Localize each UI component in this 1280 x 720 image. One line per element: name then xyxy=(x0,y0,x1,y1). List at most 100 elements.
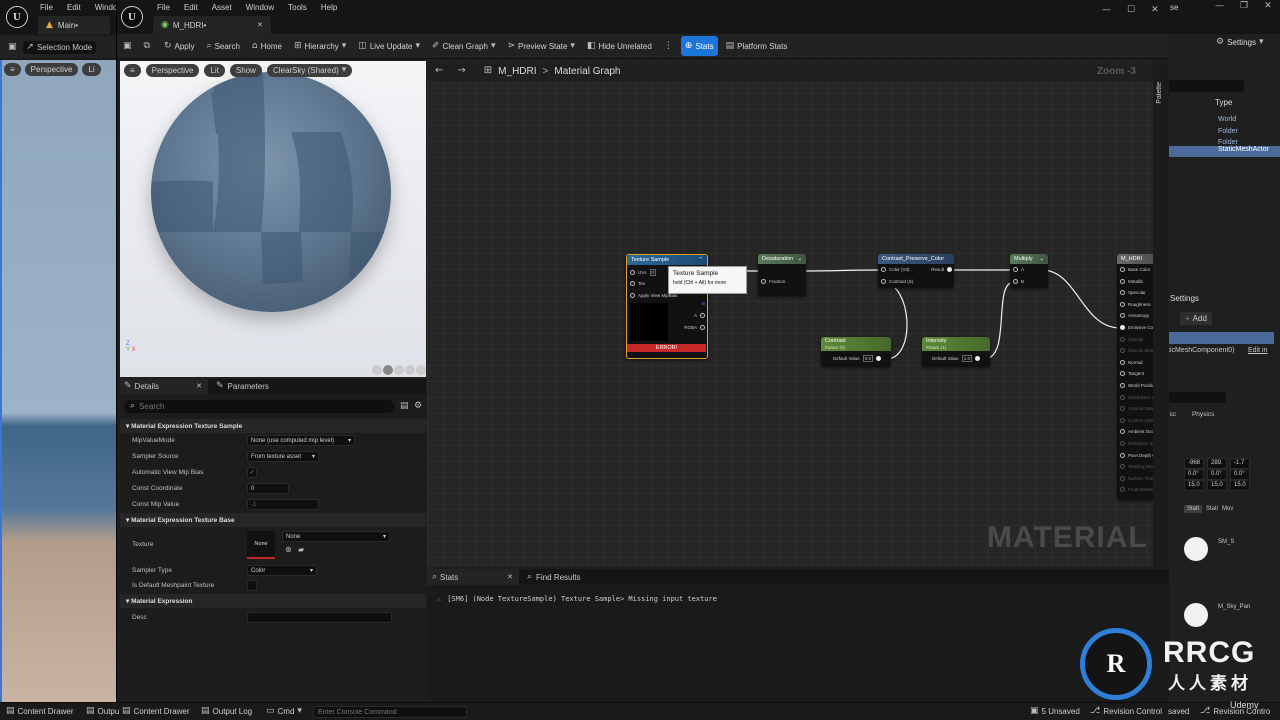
scale-x[interactable]: 15.0 xyxy=(1184,480,1204,491)
collapse-icon[interactable]: ⌄ xyxy=(1039,256,1044,262)
maximize-icon[interactable]: ❐ xyxy=(1240,2,1248,11)
pin-uvs[interactable]: UVs 0 xyxy=(630,269,657,276)
cube-icon[interactable] xyxy=(405,365,415,375)
lit-button[interactable]: Li xyxy=(82,63,101,76)
preview-state-button[interactable]: ⋗ Preview State ▾ xyxy=(503,36,578,56)
edit-in-link[interactable]: Edit in xyxy=(1248,347,1267,354)
preview-sky-dropdown[interactable]: ClearSky (Shared) ▾ xyxy=(266,64,353,77)
settings-button[interactable]: ⚙ Settings ▾ xyxy=(1216,38,1264,48)
home-button[interactable]: ⌂ Home xyxy=(248,36,286,56)
details-search[interactable] xyxy=(1168,392,1226,403)
node-contrast-param[interactable]: Contrast Param (0) Default Value 0.0 xyxy=(821,337,891,367)
pin-result[interactable]: Result xyxy=(931,267,952,272)
settings-gear-icon[interactable]: ⚙ xyxy=(414,402,422,411)
menu-window[interactable]: Windo xyxy=(95,3,118,12)
minimize-icon[interactable]: — xyxy=(1102,6,1111,15)
sphere-icon[interactable] xyxy=(383,365,393,375)
result-pin[interactable]: Roughness xyxy=(1120,301,1151,307)
perspective-button[interactable]: Perspective xyxy=(24,63,79,76)
preview-perspective-button[interactable]: Perspective xyxy=(145,64,200,77)
close-tab-icon[interactable]: ✕ xyxy=(257,21,263,29)
texture-thumbnail[interactable]: None xyxy=(247,531,275,559)
stats-button[interactable]: ⊕ Stats xyxy=(680,36,718,56)
section-material-expression[interactable]: ▾ Material Expression xyxy=(120,594,426,608)
type-cell[interactable]: Folder xyxy=(1218,126,1238,138)
collapse-icon[interactable]: ⌃ xyxy=(698,257,703,263)
revision-control-button[interactable]: ⎇ Revision Control xyxy=(1090,707,1162,717)
clean-graph-button[interactable]: ✐ Clean Graph ▾ xyxy=(428,36,499,56)
contrast-default-field[interactable]: 0.0 xyxy=(862,355,873,362)
result-pin[interactable]: Anisotropy xyxy=(1120,313,1149,319)
pin-contrast-s[interactable]: Contrast (S) xyxy=(881,279,913,284)
search-button[interactable]: ⌕ Search xyxy=(203,36,244,56)
details-search-input[interactable]: ⌕ Search xyxy=(124,400,394,413)
browse-asset-icon[interactable]: ▰ xyxy=(298,546,304,554)
hide-unrelated-button[interactable]: ◧ Hide Unrelated xyxy=(583,36,656,56)
const-coordinate-field[interactable]: 0 xyxy=(247,483,289,494)
maximize-icon[interactable]: ☐ xyxy=(1127,6,1135,15)
viewport-menu-button[interactable]: ≡ xyxy=(4,63,21,76)
left-output-button[interactable]: ▤ Outpu xyxy=(86,707,119,717)
live-update-button[interactable]: ◫ Live Update ▾ xyxy=(354,36,424,56)
console-command-input[interactable] xyxy=(313,706,467,718)
cylinder-icon[interactable] xyxy=(372,365,382,375)
close-tab-icon[interactable]: ✕ xyxy=(507,573,513,581)
node-contrast-preserve-color[interactable]: Contrast_Preserve_Color Color (V3) Contr… xyxy=(878,254,954,288)
tab-misc[interactable]: isc xyxy=(1168,411,1176,418)
mobility-movable[interactable]: Mov xyxy=(1222,506,1233,512)
pin-a[interactable]: A xyxy=(694,313,705,318)
texture-asset-dropdown[interactable]: None ▾ xyxy=(282,531,390,542)
platform-stats-button[interactable]: ▤ Platform Stats xyxy=(722,36,792,56)
result-pin[interactable]: Normal xyxy=(1120,359,1143,365)
result-pin[interactable]: Base Color xyxy=(1120,267,1150,272)
menu-edit[interactable]: Edit xyxy=(184,3,198,12)
sampler-source-dropdown[interactable]: From texture asset ▾ xyxy=(247,451,319,462)
pin-a[interactable]: A xyxy=(1013,267,1024,272)
pin-rgba[interactable]: RGBA xyxy=(684,325,705,330)
unreal-logo-icon[interactable]: U xyxy=(121,6,143,28)
mobility-stationary[interactable]: Stati xyxy=(1206,506,1218,512)
section-texture-sample[interactable]: ▾ Material Expression Texture Sample xyxy=(120,419,426,433)
menu-asset[interactable]: Asset xyxy=(212,3,232,12)
apply-button[interactable]: ↻ Apply xyxy=(160,36,199,56)
contrast-default-value[interactable]: Default Value 0.0 xyxy=(833,355,881,362)
tab-settings[interactable]: Settings xyxy=(1170,294,1199,303)
collapse-icon[interactable]: ⌄ xyxy=(797,256,802,262)
auto-view-mip-bias-checkbox[interactable]: ✓ xyxy=(247,467,257,478)
preview-lit-button[interactable]: Lit xyxy=(204,64,225,77)
node-desaturation[interactable]: Desaturation ⌄ Fraction xyxy=(758,254,806,296)
menu-window[interactable]: Window xyxy=(246,3,274,12)
selection-mode-dropdown[interactable]: ➚ Selection Mode xyxy=(22,40,97,54)
menu-file[interactable]: File xyxy=(157,3,170,12)
unreal-logo-icon[interactable]: U xyxy=(6,6,28,28)
menu-edit[interactable]: Edit xyxy=(67,3,81,12)
level-viewport[interactable]: ≡ Perspective Li xyxy=(0,60,116,702)
preview-show-button[interactable]: Show xyxy=(229,64,262,77)
scale-y[interactable]: 15.0 xyxy=(1207,480,1227,491)
close-icon[interactable]: ✕ xyxy=(1264,2,1272,11)
add-component-button[interactable]: + Add xyxy=(1180,312,1212,325)
left-content-drawer-button[interactable]: ▤ Content Drawer xyxy=(6,707,74,717)
unsaved-button[interactable]: ▣ 5 Unsaved xyxy=(1030,707,1080,717)
node-multiply[interactable]: Multiply ⌄ A B xyxy=(1010,254,1048,288)
material-preview-viewport[interactable]: ≡ Perspective Lit Show ClearSky (Shared)… xyxy=(120,61,426,377)
selected-component-row[interactable] xyxy=(1168,332,1274,344)
use-selected-icon[interactable]: ⊛ xyxy=(285,546,292,554)
section-texture-base[interactable]: ▾ Material Expression Texture Base xyxy=(120,513,426,527)
sampler-type-dropdown[interactable]: Color ▾ xyxy=(247,565,317,576)
plane-icon[interactable] xyxy=(394,365,404,375)
scale-z[interactable]: 15.0 xyxy=(1230,480,1250,491)
result-pin[interactable]: Opacity Mask xyxy=(1120,348,1155,354)
browse-icon[interactable]: ⧉ xyxy=(144,41,150,51)
static-mesh-thumbnail[interactable] xyxy=(1184,537,1208,561)
close-tab-icon[interactable]: ✕ xyxy=(196,383,202,390)
close-icon[interactable]: ✕ xyxy=(1151,6,1159,15)
save-icon[interactable]: ▣ xyxy=(8,42,17,52)
result-pin[interactable]: Front Material xyxy=(1120,487,1156,493)
save-icon[interactable]: ▣ xyxy=(123,41,132,51)
pin-b[interactable]: B xyxy=(702,301,705,306)
intensity-default-field[interactable]: 1.0 xyxy=(961,355,972,362)
tab-physics[interactable]: Physics xyxy=(1192,411,1214,418)
hierarchy-button[interactable]: ⊞ Hierarchy ▾ xyxy=(290,36,350,56)
tab-main[interactable]: ▲ Main• xyxy=(38,16,110,34)
